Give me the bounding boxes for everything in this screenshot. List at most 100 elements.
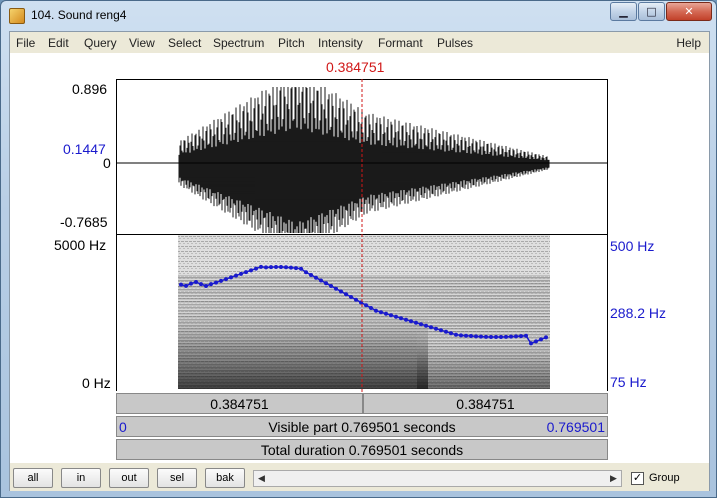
- pitch-point: [524, 333, 528, 338]
- total-duration-bar[interactable]: Total duration 0.769501 seconds: [116, 439, 608, 460]
- minimize-button[interactable]: ▁: [610, 2, 637, 21]
- visible-part-bar[interactable]: 0 Visible part 0.769501 seconds 0.769501: [116, 416, 608, 437]
- pitch-point: [384, 311, 388, 316]
- pitch-point: [314, 275, 318, 280]
- pitch-point: [389, 313, 393, 318]
- spectrogram-min-frequency: 0 Hz: [82, 375, 111, 391]
- zoom-all-button[interactable]: all: [13, 468, 53, 488]
- pitch-point: [184, 283, 188, 288]
- menu-help[interactable]: Help: [676, 36, 701, 50]
- pitch-point: [259, 264, 263, 269]
- pitch-point: [464, 333, 468, 338]
- zoom-out-button[interactable]: out: [109, 468, 149, 488]
- pitch-point: [404, 317, 408, 322]
- pitch-point: [329, 283, 333, 288]
- pitch-point: [264, 265, 268, 270]
- window-title: 104. Sound reng4: [31, 8, 127, 22]
- pitch-point: [289, 265, 293, 270]
- pitch-point: [249, 268, 253, 273]
- pitch-point: [484, 334, 488, 339]
- pitch-point: [324, 281, 328, 286]
- maximize-icon: □: [646, 5, 657, 18]
- menu-intensity[interactable]: Intensity: [318, 36, 363, 50]
- pitch-floor-label: 75 Hz: [610, 374, 647, 390]
- sound-editor-panel: 0.384751 0.896 0.1447 0 -0.7685 5000 Hz …: [10, 53, 709, 463]
- pitch-point: [479, 334, 483, 339]
- pitch-point: [299, 266, 303, 271]
- pitch-point: [474, 334, 478, 339]
- pitch-point: [204, 284, 208, 288]
- pitch-point: [424, 323, 428, 328]
- pitch-point: [294, 266, 298, 271]
- visible-part-label: Visible part 0.769501 seconds: [268, 419, 456, 435]
- pitch-point: [179, 282, 183, 287]
- praat-sound-window: 104. Sound reng4 ▁ □ ✕ File Edit Query V…: [0, 0, 717, 498]
- group-label: Group: [649, 472, 680, 484]
- visible-end-time: 0.769501: [546, 419, 605, 435]
- pitch-point: [369, 305, 373, 310]
- pitch-point: [214, 280, 218, 285]
- pitch-point: [209, 282, 213, 287]
- pitch-point: [219, 278, 223, 283]
- menu-edit[interactable]: Edit: [48, 36, 69, 50]
- checkmark-icon: ✓: [632, 472, 643, 484]
- pitch-point: [534, 339, 538, 344]
- pitch-point: [274, 265, 278, 270]
- close-button[interactable]: ✕: [666, 2, 712, 21]
- pitch-point: [194, 280, 198, 285]
- menu-spectrum[interactable]: Spectrum: [213, 36, 264, 50]
- zoom-back-button[interactable]: bak: [205, 468, 245, 488]
- waveform-view[interactable]: [116, 79, 608, 235]
- pitch-point: [419, 322, 423, 327]
- pitch-point: [304, 270, 308, 275]
- pitch-point: [239, 271, 243, 276]
- waveform-zero-label: 0: [103, 155, 111, 171]
- spectrogram-view[interactable]: [116, 235, 608, 391]
- pitch-point: [459, 333, 463, 338]
- pitch-point: [434, 326, 438, 331]
- selection-left-segment[interactable]: 0.384751: [116, 393, 363, 414]
- pitch-point: [349, 294, 353, 299]
- maximize-button[interactable]: □: [638, 2, 665, 21]
- pitch-point: [519, 334, 523, 339]
- pitch-point: [489, 334, 493, 339]
- pitch-point: [319, 278, 323, 283]
- close-icon: ✕: [684, 5, 694, 18]
- menu-view[interactable]: View: [129, 36, 155, 50]
- pitch-point: [364, 303, 368, 308]
- spectrogram-max-frequency: 5000 Hz: [54, 237, 107, 253]
- pitch-point: [344, 292, 348, 297]
- menu-pitch[interactable]: Pitch: [278, 36, 305, 50]
- title-bar[interactable]: 104. Sound reng4 ▁ □ ✕: [1, 1, 717, 31]
- menu-file[interactable]: File: [16, 36, 35, 50]
- minimize-icon: ▁: [619, 5, 628, 18]
- pitch-point: [244, 270, 248, 275]
- bottom-toolbar: all in out sel bak ◀ ▶ ✓ Group: [10, 463, 709, 491]
- pitch-point: [414, 320, 418, 325]
- scroll-right-icon[interactable]: ▶: [606, 471, 621, 486]
- pitch-point: [494, 334, 498, 339]
- pitch-point: [254, 266, 258, 271]
- menu-pulses[interactable]: Pulses: [437, 36, 473, 50]
- group-checkbox[interactable]: ✓: [631, 472, 644, 485]
- caption-buttons: ▁ □ ✕: [609, 2, 712, 21]
- zoom-sel-button[interactable]: sel: [157, 468, 197, 488]
- pitch-point: [539, 337, 543, 342]
- pitch-point: [469, 334, 473, 339]
- selection-right-segment[interactable]: 0.384751: [363, 393, 608, 414]
- waveform-plot: [117, 87, 607, 233]
- pitch-point: [279, 265, 283, 270]
- scroll-left-icon[interactable]: ◀: [254, 471, 269, 486]
- pitch-point: [454, 332, 458, 337]
- zoom-in-button[interactable]: in: [61, 468, 101, 488]
- menu-select[interactable]: Select: [168, 36, 201, 50]
- pitch-point: [309, 272, 313, 277]
- pitch-point: [284, 265, 288, 270]
- pitch-point: [394, 314, 398, 319]
- horizontal-scrollbar[interactable]: ◀ ▶: [253, 470, 622, 487]
- visible-start-time: 0: [119, 419, 127, 435]
- menu-formant[interactable]: Formant: [378, 36, 423, 50]
- menu-query[interactable]: Query: [84, 36, 117, 50]
- waveform-max-label: 0.896: [72, 81, 108, 97]
- spectrogram-plot: [178, 235, 550, 389]
